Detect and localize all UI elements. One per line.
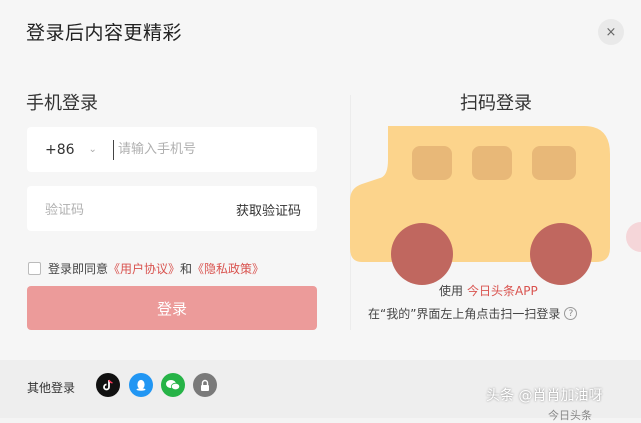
agreement-prefix: 登录即同意	[48, 262, 109, 276]
phone-login-heading: 手机登录	[26, 93, 98, 114]
qr-hint: 在“我的”界面左上角点击扫一扫登录 ?	[368, 305, 578, 322]
wechat-icon[interactable]	[161, 373, 185, 397]
close-icon[interactable]: ×	[598, 19, 624, 45]
bus-illustration	[350, 126, 610, 285]
douyin-icon[interactable]	[96, 373, 120, 397]
bus-window	[472, 146, 512, 180]
qr-usage-text: 使用 今日头条APP	[439, 282, 538, 299]
usage-prefix: 使用	[439, 284, 464, 298]
phone-input[interactable]	[113, 139, 317, 160]
qr-hint-text: 在“我的”界面左上角点击扫一扫登录	[368, 307, 561, 321]
verification-code-field: 获取验证码	[27, 186, 317, 231]
bus-window	[532, 146, 576, 180]
country-code-select[interactable]: +86 ⌄	[27, 127, 113, 172]
agreement-row: 登录即同意 《用户协议》 和 《隐私政策》	[28, 260, 264, 277]
chevron-down-icon: ⌄	[88, 144, 97, 155]
privacy-policy-link[interactable]: 《隐私政策》	[192, 260, 264, 277]
agreement-and: 和	[180, 262, 193, 276]
agreement-checkbox[interactable]	[28, 262, 41, 275]
other-login-label: 其他登录	[27, 381, 76, 395]
bus-wheel	[391, 223, 453, 285]
help-icon[interactable]: ?	[564, 307, 578, 320]
verification-code-input[interactable]	[43, 199, 217, 221]
login-modal: 登录后内容更精彩 × 手机登录 +86 ⌄ 获取验证码 登录即同意 《用户协议》…	[0, 0, 641, 360]
qq-icon[interactable]	[129, 373, 153, 397]
qr-login-heading: 扫码登录	[460, 93, 532, 114]
watermark: 头条 @肖肖加油呀	[486, 388, 603, 404]
phone-field: +86 ⌄	[27, 127, 317, 172]
country-code-value: +86	[45, 141, 75, 158]
app-name-link[interactable]: 今日头条APP	[467, 284, 538, 298]
decorative-blob	[626, 222, 641, 252]
get-code-button[interactable]: 获取验证码	[236, 200, 301, 219]
user-agreement-link[interactable]: 《用户协议》	[108, 260, 180, 277]
bus-window	[412, 146, 452, 180]
modal-title: 登录后内容更精彩	[26, 22, 183, 44]
cut-off-text: 今日头条	[548, 409, 592, 422]
login-button[interactable]: 登录	[27, 286, 317, 330]
lock-icon[interactable]	[193, 373, 217, 397]
bus-wheel	[530, 223, 592, 285]
